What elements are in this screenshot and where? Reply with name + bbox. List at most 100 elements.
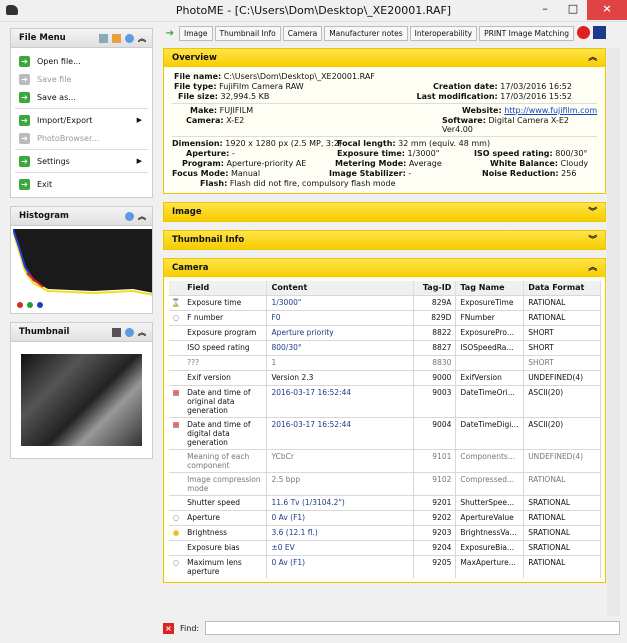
- website-link[interactable]: http://www.fujifilm.com: [504, 106, 597, 115]
- table-row[interactable]: ◌ Aperture 0 Av (F1) 9202 ApertureValue RATIO…: [169, 509, 601, 525]
- vertical-scrollbar[interactable]: [607, 48, 620, 616]
- column-header[interactable]: Tag-ID: [413, 281, 457, 295]
- cell-format: RATIONAL: [523, 294, 601, 310]
- find-input[interactable]: [205, 621, 620, 635]
- thumbnail-image[interactable]: [21, 354, 142, 446]
- thumbnail-info-section-header[interactable]: Thumbnail Info ︾: [164, 231, 605, 249]
- menu-item[interactable]: ➔ Settings ▶: [11, 152, 152, 170]
- bug-icon[interactable]: [577, 26, 590, 39]
- table-row[interactable]: ??? 1 8830 SHORT: [169, 354, 601, 370]
- cell-name: [455, 354, 525, 370]
- overview-program: Program: Aperture-priority AE: [172, 159, 317, 168]
- arrow-icon: ➔: [19, 55, 30, 67]
- table-row[interactable]: ISO speed rating 800/30° 8827 ISOSpeedRa...…: [169, 339, 601, 355]
- title-bar: PhotoME - [C:\Users\Dom\Desktop\_XE20001…: [0, 0, 627, 22]
- clipboard-icon[interactable]: [99, 34, 108, 43]
- column-header[interactable]: Data Format: [523, 281, 601, 295]
- tab[interactable]: Camera: [282, 25, 323, 41]
- help-icon[interactable]: [125, 328, 134, 337]
- aperture-icon: ◌: [169, 509, 184, 525]
- cell-id: 8822: [413, 324, 457, 340]
- cell-format: ASCII(20): [523, 384, 601, 417]
- cell-field: Aperture: [183, 509, 268, 525]
- help-icon[interactable]: [125, 34, 134, 43]
- menu-item[interactable]: ➔ Open file...: [11, 52, 152, 70]
- maximize-button[interactable]: □: [559, 0, 587, 20]
- field-label: Software:: [442, 116, 486, 125]
- cell-field: F number: [183, 309, 268, 325]
- cell-content: 3.6 (12.1 fl.): [266, 524, 414, 540]
- overview-header[interactable]: Overview ︽: [164, 49, 605, 67]
- table-row[interactable]: Exif version Version 2.3 9000 ExifVersion UN…: [169, 369, 601, 385]
- green-channel-toggle[interactable]: [27, 302, 33, 308]
- cell-content: 1/3000": [266, 294, 414, 310]
- table-row[interactable]: ▦ Date and time of digital data generatio…: [169, 416, 601, 449]
- calendar-icon: ▦: [169, 384, 184, 417]
- field-value: 1/3000": [407, 149, 440, 158]
- close-find-icon[interactable]: ×: [163, 622, 174, 634]
- column-header[interactable]: Field: [183, 281, 268, 295]
- cell-id: 9203: [413, 524, 457, 540]
- collapse-icon[interactable]: ︽: [138, 29, 146, 48]
- cell-id: 9204: [413, 539, 457, 555]
- menu-item[interactable]: ➔ Exit: [11, 175, 152, 193]
- table-row[interactable]: ▦ Date and time of original data generati…: [169, 384, 601, 417]
- minimize-button[interactable]: –: [531, 0, 559, 20]
- field-label: Focus Mode:: [172, 169, 229, 178]
- cell-id: 9205: [413, 554, 457, 578]
- camera-section-header[interactable]: Camera ︽: [164, 259, 605, 277]
- column-header[interactable]: Tag Name: [455, 281, 525, 295]
- collapse-icon[interactable]: ︽: [138, 207, 146, 226]
- search-icon[interactable]: [112, 34, 121, 43]
- menu-item[interactable]: ➔ Import/Export ▶: [11, 111, 152, 129]
- field-label: Aperture:: [186, 149, 230, 158]
- tab[interactable]: Manufacturer notes: [324, 25, 408, 41]
- collapse-icon[interactable]: ︽: [588, 49, 597, 67]
- overview-website: Website: http://www.fujifilm.com: [402, 106, 602, 115]
- blank-icon: [169, 448, 184, 472]
- table-row[interactable]: Exposure program Aperture priority 8822 Exp…: [169, 324, 601, 340]
- field-value: -: [231, 149, 235, 158]
- image-section-header[interactable]: Image ︾: [164, 203, 605, 221]
- field-value: FUJIFILM: [219, 106, 254, 115]
- arrow-icon: ➔: [19, 132, 30, 144]
- cell-name: ExposureTime: [455, 294, 525, 310]
- menu-item[interactable]: ➔ Save file: [11, 70, 152, 88]
- table-row[interactable]: Image compression mode 2.5 bpp 9102 Compres…: [169, 471, 601, 495]
- cell-content: 1: [266, 354, 414, 370]
- field-value: Aperture-priority AE: [226, 159, 307, 168]
- menu-item[interactable]: ➔ PhotoBrowser...: [11, 129, 152, 147]
- tab[interactable]: PRINT Image Matching: [479, 25, 574, 41]
- qr-icon[interactable]: [112, 328, 121, 337]
- tab[interactable]: Image: [179, 25, 213, 41]
- expand-icon[interactable]: ︾: [588, 203, 597, 221]
- red-channel-toggle[interactable]: [17, 302, 23, 308]
- overview-focal: Focal length: 32 mm (equiv. 48 mm): [317, 139, 602, 148]
- cell-format: SHORT: [523, 354, 601, 370]
- column-header[interactable]: Content: [266, 281, 414, 295]
- table-row[interactable]: ● Brightness 3.6 (12.1 fl.) 9203 BrightnessV…: [169, 524, 601, 540]
- table-row[interactable]: Shutter speed 11.6 Tv (1/3104.2") 9201 Shut…: [169, 494, 601, 510]
- go-arrow-icon[interactable]: ➔: [163, 28, 177, 39]
- collapse-icon[interactable]: ︽: [588, 259, 597, 277]
- help-icon[interactable]: [125, 212, 134, 221]
- cell-name: FNumber: [455, 309, 525, 325]
- cell-name: ExposureBia...: [455, 539, 525, 555]
- table-row[interactable]: Meaning of each component YCbCr 9101 Compon…: [169, 448, 601, 472]
- expand-icon[interactable]: ︾: [588, 231, 597, 249]
- collapse-icon[interactable]: ︽: [138, 323, 146, 342]
- menu-item[interactable]: ➔ Save as...: [11, 88, 152, 106]
- tab[interactable]: Interoperability: [409, 25, 478, 41]
- field-value: FujiFilm Camera RAW: [219, 82, 304, 91]
- cell-content: YCbCr: [266, 448, 414, 472]
- table-row[interactable]: Exposure bias ±0 EV 9204 ExposureBia... SRAT…: [169, 539, 601, 555]
- blue-channel-toggle[interactable]: [37, 302, 43, 308]
- overview-last-mod: Last modification: 17/03/2016 15:52: [402, 92, 602, 101]
- table-row[interactable]: ⌛ Exposure time 1/3000" 829A ExposureTime RAT…: [169, 294, 601, 310]
- table-row[interactable]: ◌ Maximum lens aperture 0 Av (F1) 9205 MaxAp…: [169, 554, 601, 578]
- table-row[interactable]: ◌ F number F0 829D FNumber RATIONAL: [169, 309, 601, 325]
- tab[interactable]: Thumbnail Info: [214, 25, 281, 41]
- cell-name: Components...: [455, 448, 525, 472]
- photoshop-icon[interactable]: [593, 26, 606, 39]
- close-button[interactable]: ×: [587, 0, 627, 20]
